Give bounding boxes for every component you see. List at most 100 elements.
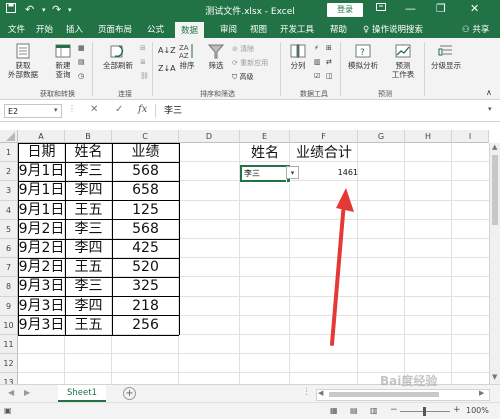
tab-help[interactable]: 帮助: [330, 23, 347, 35]
what-if-analysis-button[interactable]: ? 模拟分析: [344, 42, 382, 70]
scroll-left-icon[interactable]: ◀: [318, 389, 323, 397]
table-cell-sales[interactable]: 125: [112, 201, 179, 220]
column-header-d[interactable]: D: [179, 130, 240, 143]
scroll-right-icon[interactable]: ▶: [479, 389, 484, 397]
summary-total-value[interactable]: 1461: [300, 168, 358, 177]
column-header-b[interactable]: B: [65, 130, 112, 143]
vertical-scroll-thumb[interactable]: [492, 155, 498, 225]
row-header-12[interactable]: 12: [0, 354, 18, 374]
restore-button[interactable]: ❐: [436, 2, 446, 15]
table-cell-sales[interactable]: 425: [112, 239, 179, 258]
row-header-13[interactable]: 13: [0, 373, 18, 384]
table-cell-sales[interactable]: 256: [112, 316, 179, 335]
close-button[interactable]: ✕: [470, 2, 479, 15]
column-header-i[interactable]: I: [452, 130, 489, 143]
row-header-8[interactable]: 8: [0, 277, 18, 297]
advanced-filter[interactable]: ⛉ 高级: [232, 72, 253, 82]
summary-name-header[interactable]: 姓名: [240, 143, 290, 163]
table-cell-date[interactable]: 9月3日: [18, 316, 65, 335]
sheet-tab-sheet1[interactable]: Sheet1: [58, 385, 106, 402]
tab-file[interactable]: 文件: [8, 23, 25, 35]
filter-button[interactable]: 筛选: [205, 42, 227, 70]
sort-button[interactable]: ZA AZ 排序: [176, 42, 198, 70]
table-cell-sales[interactable]: 325: [112, 277, 179, 296]
relationships-icon[interactable]: ⇄: [326, 58, 332, 66]
table-cell-sales[interactable]: 658: [112, 181, 179, 200]
table-cell-name[interactable]: 王五: [65, 258, 112, 277]
table-cell-sales[interactable]: 568: [112, 220, 179, 239]
table-cell-date[interactable]: 9月1日: [18, 201, 65, 220]
new-query-button[interactable]: 新建 查询: [50, 42, 76, 79]
share-button[interactable]: ⚇ 共享: [462, 23, 489, 35]
prev-sheet-icon[interactable]: ◀: [8, 388, 14, 397]
enter-icon[interactable]: ✓: [115, 104, 123, 115]
reapply-filter[interactable]: ⟳ 重新应用: [232, 58, 268, 68]
table-cell-date[interactable]: 9月3日: [18, 297, 65, 316]
data-validation-icon[interactable]: ☑: [314, 72, 320, 80]
login-button[interactable]: 登录: [327, 3, 363, 17]
formula-options-icon[interactable]: ⋮: [68, 104, 76, 113]
select-all-corner[interactable]: [0, 130, 18, 143]
table-cell-sales[interactable]: 568: [112, 162, 179, 181]
flash-fill-icon[interactable]: ⚡: [314, 44, 319, 52]
table-cell-date[interactable]: 9月1日: [18, 181, 65, 200]
table-cell-name[interactable]: 王五: [65, 316, 112, 335]
zoom-level[interactable]: 100%: [466, 406, 489, 415]
page-layout-view-icon[interactable]: ▤: [350, 406, 358, 415]
recent-sources-icon[interactable]: ◷: [78, 72, 84, 80]
tab-formulas[interactable]: 公式: [147, 23, 164, 35]
table-cell-date[interactable]: 9月2日: [18, 220, 65, 239]
row-header-9[interactable]: 9: [0, 296, 18, 316]
worksheet-grid[interactable]: ABCDEFGHI 123456789101112131415 日期姓名业绩9月…: [0, 122, 500, 384]
vertical-scrollbar[interactable]: ▲ ▼: [489, 143, 500, 384]
collapse-ribbon-icon[interactable]: ∧: [486, 88, 492, 97]
connections-icon[interactable]: ⊞: [140, 44, 146, 52]
tab-page-layout[interactable]: 页面布局: [98, 23, 132, 35]
row-header-7[interactable]: 7: [0, 258, 18, 278]
clear-filter[interactable]: ⊘ 清除: [232, 44, 254, 54]
table-cell-date[interactable]: 9月1日: [18, 162, 65, 181]
table-cell-sales[interactable]: 218: [112, 297, 179, 316]
scroll-down-icon[interactable]: ▼: [492, 373, 497, 381]
table-cell-sales[interactable]: 520: [112, 258, 179, 277]
summary-total-header[interactable]: 业绩合计: [290, 143, 358, 163]
table-header-date[interactable]: 日期: [18, 143, 65, 162]
row-header-1[interactable]: 1: [0, 143, 18, 163]
table-header-sales[interactable]: 业绩: [112, 143, 179, 162]
macro-record-icon[interactable]: ▣: [4, 406, 12, 415]
column-header-c[interactable]: C: [112, 130, 179, 143]
zoom-out-button[interactable]: −: [390, 405, 398, 415]
show-queries-icon[interactable]: ▦: [78, 44, 85, 52]
consolidate-icon[interactable]: ⊞: [326, 44, 332, 52]
column-header-e[interactable]: E: [240, 130, 290, 143]
page-break-view-icon[interactable]: ▥: [370, 406, 378, 415]
text-to-columns-button[interactable]: 分列: [286, 42, 310, 70]
zoom-slider-thumb[interactable]: [423, 407, 426, 416]
column-header-a[interactable]: A: [18, 130, 65, 143]
row-header-2[interactable]: 2: [0, 162, 18, 182]
table-cell-name[interactable]: 李三: [65, 277, 112, 296]
column-header-g[interactable]: G: [358, 130, 405, 143]
tab-review[interactable]: 审阅: [220, 23, 237, 35]
column-header-h[interactable]: H: [405, 130, 452, 143]
tab-splitter-icon[interactable]: ⋮: [302, 387, 311, 397]
row-header-4[interactable]: 4: [0, 200, 18, 220]
formula-input[interactable]: 李三: [155, 104, 495, 118]
horizontal-scroll-thumb[interactable]: [329, 392, 439, 397]
table-cell-name[interactable]: 李四: [65, 239, 112, 258]
remove-duplicates-icon[interactable]: ▥: [314, 58, 321, 66]
scroll-up-icon[interactable]: ▲: [492, 143, 497, 151]
data-model-icon[interactable]: ◫: [326, 72, 333, 80]
table-cell-date[interactable]: 9月3日: [18, 277, 65, 296]
row-header-11[interactable]: 11: [0, 335, 18, 355]
validation-dropdown-button[interactable]: ▾: [286, 166, 299, 179]
tab-developer[interactable]: 开发工具: [280, 23, 314, 35]
minimize-button[interactable]: —: [405, 2, 416, 15]
sort-az-icon[interactable]: A↓Z: [158, 46, 176, 55]
table-cell-name[interactable]: 李四: [65, 297, 112, 316]
outline-button[interactable]: 分级显示: [428, 42, 464, 70]
sort-za-icon[interactable]: Z↓A: [158, 64, 176, 73]
row-header-5[interactable]: 5: [0, 219, 18, 239]
table-cell-name[interactable]: 王五: [65, 201, 112, 220]
row-header-10[interactable]: 10: [0, 315, 18, 335]
